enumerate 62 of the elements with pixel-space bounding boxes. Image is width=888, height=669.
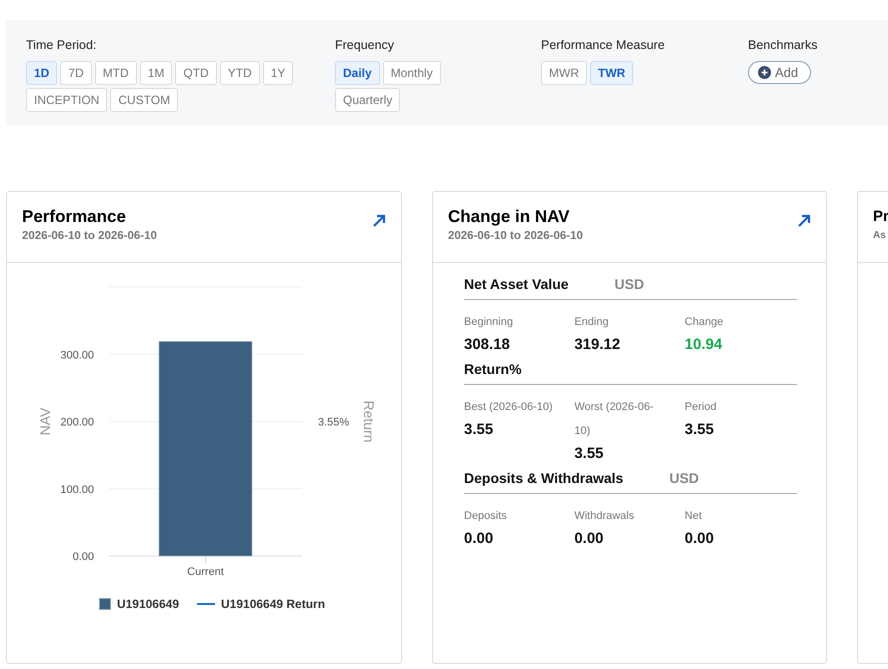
currency-label: USD (669, 469, 699, 488)
section-title: Net Asset Value (464, 275, 569, 294)
metric-value: 319.12 (574, 335, 622, 355)
metric-value: 0.00 (464, 529, 494, 549)
filter-label: Benchmarks (748, 37, 818, 54)
date-range: 2026-06-10 to 2026-06-10 (22, 229, 157, 244)
metric-value: 0.00 (574, 529, 605, 549)
axis-title: NAV (37, 408, 53, 436)
metric-label: Ending (574, 315, 610, 330)
card-title: Performance (22, 206, 127, 228)
metric-value: 3.55 (464, 420, 494, 440)
filter-option[interactable]: YTD (220, 60, 260, 85)
metric-label: Withdrawals (574, 509, 636, 524)
filter-option[interactable]: MTD (94, 60, 137, 85)
metric-label: Period (684, 400, 718, 415)
filter-label: Performance Measure (541, 37, 666, 54)
filter-label: Frequency (335, 37, 396, 54)
add-benchmark-button[interactable]: Add (748, 60, 811, 84)
axis-tick-label: 200.00 (60, 416, 94, 428)
plus-circle-icon (758, 66, 771, 79)
metric-label: Best (2026-06-10) (464, 400, 554, 415)
filter-option[interactable]: 1Y (262, 60, 294, 85)
filter-option[interactable]: MWR (541, 60, 587, 85)
axis-tick-label: 0.00 (72, 551, 94, 563)
metric-value: 308.18 (464, 335, 511, 355)
metric-value: 0.00 (684, 529, 715, 549)
metric-value: 3.55 (574, 444, 605, 464)
metric-label: Net (684, 509, 703, 524)
legend-label: U19106649 Return (221, 596, 326, 613)
metric-label: Deposits (464, 509, 508, 524)
filter-option[interactable]: 7D (60, 60, 92, 85)
filter-option[interactable]: INCEPTION (26, 88, 108, 112)
filter-option[interactable]: 1D (26, 60, 58, 85)
axis-tick-label: Current (187, 566, 224, 578)
legend-swatch-icon (98, 598, 111, 610)
metric-label: Worst (2026-06-10) (574, 400, 655, 439)
section-title: Deposits & Withdrawals (464, 469, 624, 488)
metric-label: Beginning (464, 315, 514, 330)
legend-label: U19106649 (116, 596, 179, 613)
filter-option[interactable]: QTD (175, 60, 217, 85)
axis-tick-label: 100.00 (60, 484, 94, 496)
card-title: Change in NAV (448, 206, 571, 228)
filter-option[interactable]: TWR (590, 60, 634, 85)
axis-tick-label: 300.00 (60, 349, 94, 362)
axis-tick-label: 3.55% (318, 416, 350, 428)
metric-value: 10.94 (684, 335, 724, 355)
metric-value: 3.55 (684, 420, 715, 440)
expand-arrow-icon[interactable] (372, 214, 386, 228)
filter-option[interactable]: Monthly (382, 60, 441, 85)
axis-title: Return (361, 400, 377, 443)
legend-line-icon (197, 603, 215, 605)
filter-option[interactable]: Daily (335, 60, 380, 85)
section-title: Return% (464, 360, 522, 379)
date-range: 2026-06-10 to 2026-06-10 (448, 229, 583, 244)
filter-option[interactable]: Quarterly (335, 88, 400, 112)
filter-option[interactable]: CUSTOM (110, 88, 178, 112)
filter-option[interactable]: 1M (140, 60, 172, 85)
card-subtitle: As (873, 229, 887, 243)
metric-label: Change (684, 315, 724, 330)
currency-label: USD (614, 275, 644, 294)
filter-label: Time Period: (26, 37, 98, 54)
expand-arrow-icon[interactable] (797, 214, 811, 228)
